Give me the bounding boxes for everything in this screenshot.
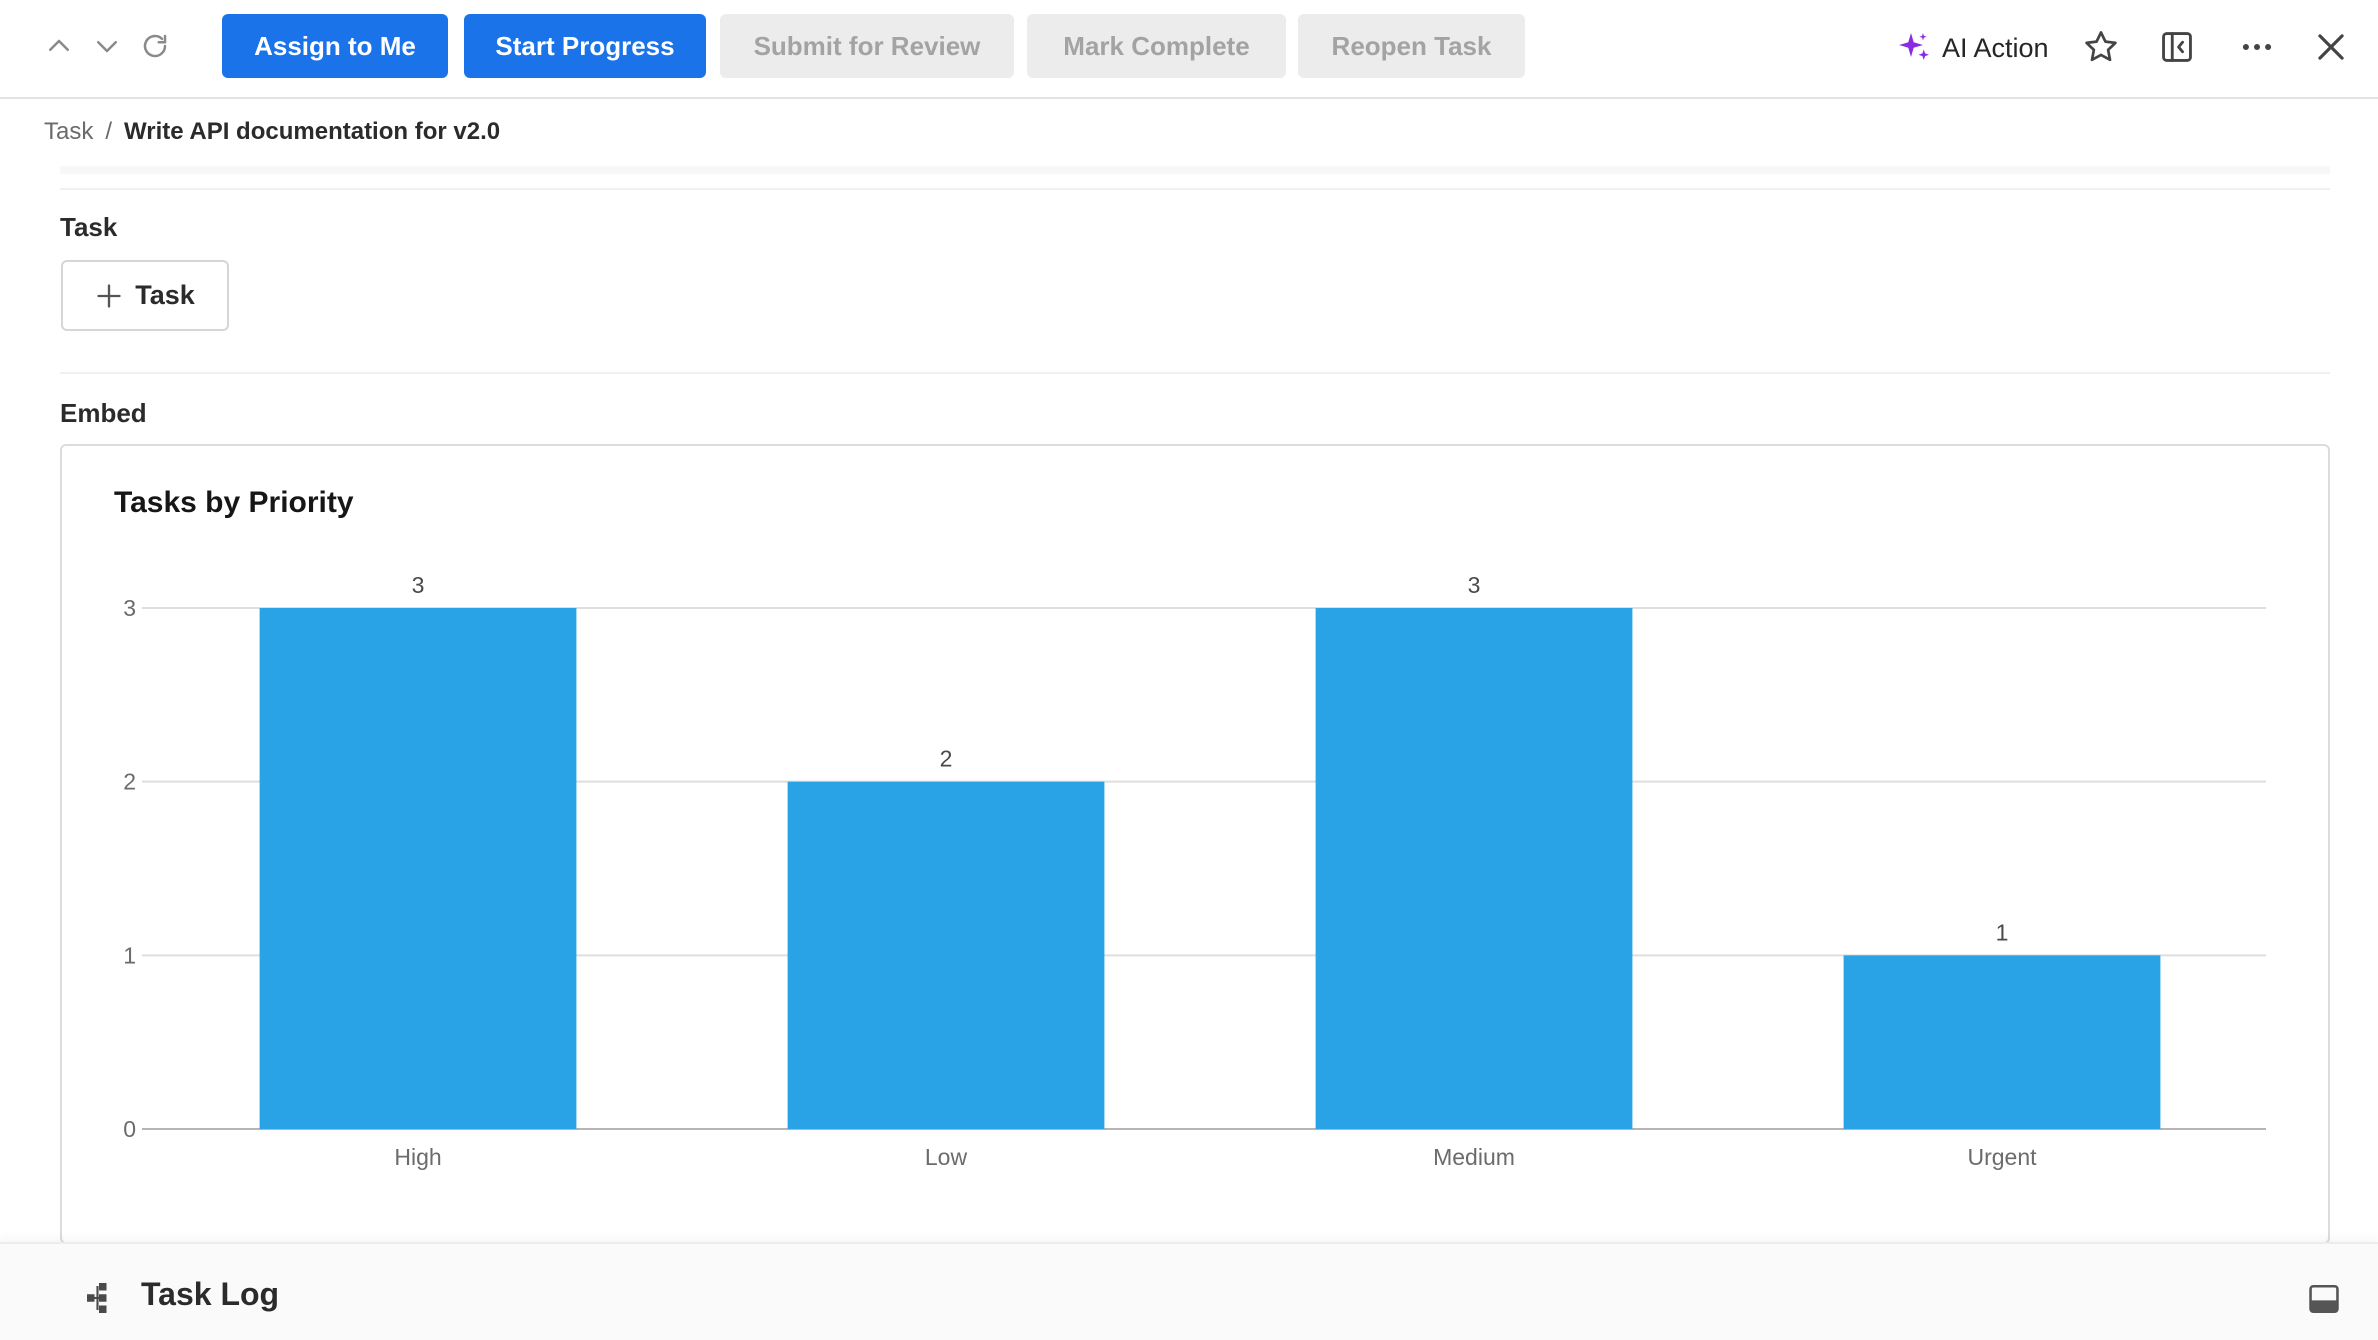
y-tick-label: 0 — [123, 1116, 136, 1142]
top-toolbar: Assign to Me Start Progress Submit for R… — [0, 0, 2378, 99]
y-tick-label: 1 — [123, 942, 136, 968]
panel-toggle-icon[interactable] — [2306, 1282, 2342, 1316]
start-progress-button[interactable]: Start Progress — [464, 14, 706, 78]
ai-action-button[interactable]: AI Action — [1896, 28, 2049, 68]
x-tick-label: High — [394, 1144, 441, 1170]
ai-action-label: AI Action — [1942, 32, 2049, 63]
x-tick-label: Low — [925, 1144, 968, 1170]
x-tick-label: Medium — [1433, 1144, 1515, 1170]
task-section-label: Task — [60, 212, 118, 242]
hierarchy-icon — [87, 1283, 107, 1313]
chevron-down-icon[interactable] — [92, 28, 122, 64]
task-form-page: Assign to Me Start Progress Submit for R… — [0, 0, 2378, 1340]
bottom-bar: Task Log — [0, 1242, 2378, 1340]
bar — [787, 781, 1105, 1129]
data-label: 2 — [940, 746, 953, 772]
assign-to-me-button[interactable]: Assign to Me — [222, 14, 448, 78]
x-tick-label: Urgent — [1967, 1144, 2037, 1170]
breadcrumb-root[interactable]: Task — [44, 118, 93, 146]
section-divider — [60, 188, 2330, 190]
y-tick-label: 2 — [123, 769, 136, 795]
data-label: 1 — [1996, 919, 2009, 945]
bar — [1315, 608, 1633, 1129]
section-divider — [60, 372, 2330, 374]
breadcrumb-separator: / — [105, 118, 113, 145]
task-log-label[interactable]: Task Log — [141, 1276, 279, 1313]
embed-section-label: Embed — [60, 398, 147, 428]
plus-icon — [97, 283, 121, 308]
add-task-button[interactable]: Task — [61, 260, 229, 331]
sparkle-icon — [1899, 33, 1929, 60]
data-label: 3 — [412, 572, 425, 598]
add-task-label: Task — [135, 280, 195, 310]
breadcrumb: Task / Write API documentation for v2.0 — [44, 118, 500, 146]
mark-complete-button[interactable]: Mark Complete — [1027, 14, 1286, 78]
y-tick-label: 3 — [123, 595, 136, 621]
close-icon[interactable] — [2310, 26, 2352, 68]
bar — [259, 608, 577, 1129]
sidebar-collapse-icon[interactable] — [2156, 26, 2198, 68]
record-navigation — [44, 28, 170, 64]
submit-for-review-button[interactable]: Submit for Review — [720, 14, 1014, 78]
more-icon[interactable] — [2236, 26, 2278, 68]
star-icon[interactable] — [2080, 26, 2122, 68]
bar-chart: 0 1 2 3 3 High 2 Low 3 Medium 1 Urgent — [123, 572, 2266, 1170]
reopen-task-button[interactable]: Reopen Task — [1298, 14, 1525, 78]
data-label: 3 — [1468, 572, 1481, 598]
embed-chart-card: Tasks by Priority 0 1 2 3 3 High 2 Low 3 Medium 1 U… — [60, 444, 2330, 1244]
breadcrumb-current: Write API documentation for v2.0 — [124, 118, 501, 145]
chevron-up-icon[interactable] — [44, 28, 74, 64]
bar — [1843, 955, 2161, 1129]
refresh-icon[interactable] — [140, 28, 170, 64]
section-divider — [60, 166, 2330, 174]
